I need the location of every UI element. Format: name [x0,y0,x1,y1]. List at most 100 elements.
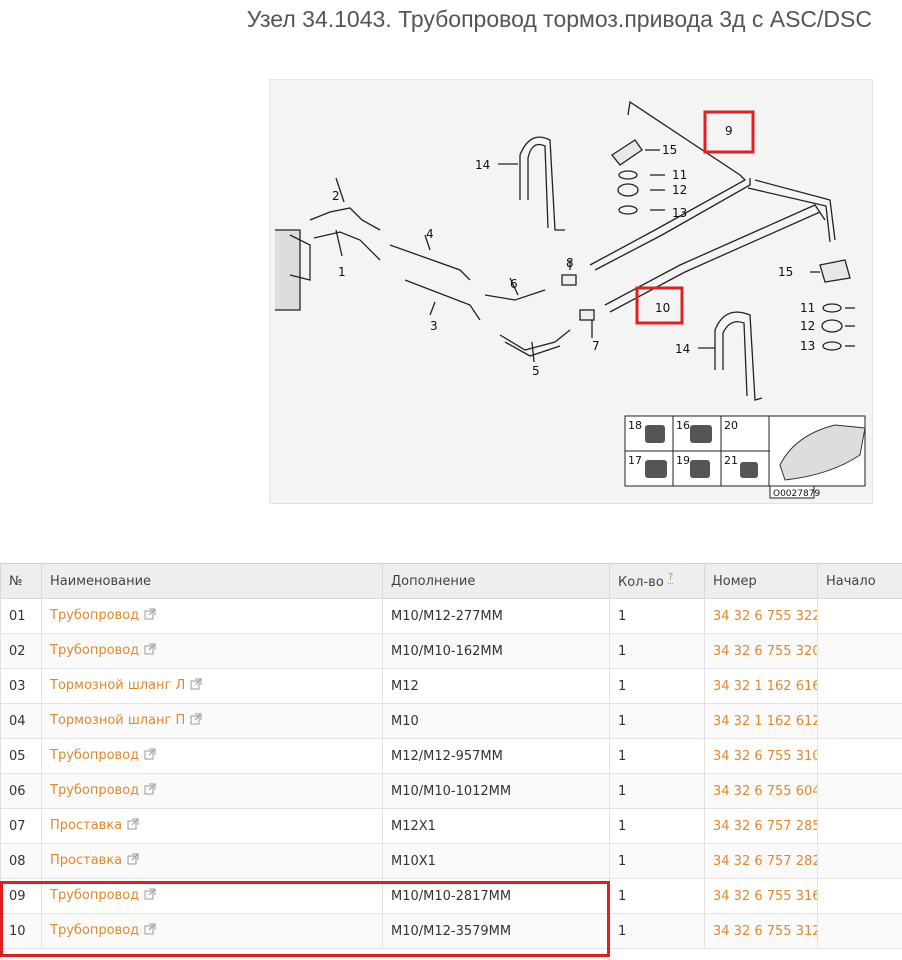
col-num-header: № [0,563,42,599]
row-num: 04 [0,703,42,739]
svg-text:18: 18 [628,419,642,432]
part-number-link[interactable]: 34 32 1 162 616 [713,679,817,694]
row-partno-cell: 34 32 6 755 312 [704,913,818,949]
qty-help-link[interactable]: ? [667,572,674,584]
table-row: 03 Тормозной шланг Л M12 1 34 32 1 162 616 [0,668,902,704]
table-header-row: № Наименование Дополнение Кол-во ? Номер… [0,563,902,599]
svg-text:10: 10 [655,301,670,315]
part-name-link[interactable]: Трубопровод [50,608,139,623]
external-link-icon[interactable] [190,678,202,694]
col-partno-header: Номер [704,563,818,599]
parts-diagram-drawing: 2 1 4 3 5 6 7 8 9 10 11 12 13 11 12 13 1… [275,100,866,499]
table-row: 07 Проставка M12X1 1 34 32 6 757 285 [0,808,902,844]
table-row: 08 Проставка M10X1 1 34 32 6 757 282 [0,843,902,879]
table-row: 09 Трубопровод M10/M10-2817MM 1 34 32 6 755 … [0,878,902,914]
part-number-link[interactable]: 34 32 6 755 316 [713,889,817,904]
row-num: 05 [0,738,42,774]
row-start [817,808,902,844]
table-row: 04 Тормозной шланг П M10 1 34 32 1 162 612 [0,703,902,739]
row-name-cell: Трубопровод [41,598,383,634]
col-qty-label: Кол-во [618,575,664,590]
row-qty: 1 [609,738,705,774]
external-link-icon[interactable] [127,818,139,834]
table-row: 10 Трубопровод M10/M12-3579MM 1 34 32 6 755 … [0,913,902,949]
row-name-cell: Проставка [41,843,383,879]
row-extra: M10 [382,703,610,739]
row-qty: 1 [609,633,705,669]
part-name-link[interactable]: Проставка [50,853,122,868]
svg-text:7: 7 [592,339,600,353]
row-partno-cell: 34 32 1 162 612 [704,703,818,739]
svg-text:11: 11 [800,301,815,315]
row-qty: 1 [609,878,705,914]
part-number-link[interactable]: 34 32 6 755 312 [713,924,817,939]
part-number-link[interactable]: 34 32 6 755 604 [713,784,817,799]
part-number-link[interactable]: 34 32 6 755 310 [713,749,817,764]
row-extra: M10/M12-3579MM [382,913,610,949]
row-start [817,843,902,879]
external-link-icon[interactable] [144,608,156,624]
col-name-header: Наименование [41,563,383,599]
svg-text:15: 15 [662,143,677,157]
part-name-link[interactable]: Тормозной шланг П [50,713,185,728]
row-name-cell: Трубопровод [41,878,383,914]
row-extra: M12/M12-957MM [382,738,610,774]
svg-text:2: 2 [332,189,340,203]
row-partno-cell: 34 32 6 755 322 [704,598,818,634]
part-name-link[interactable]: Проставка [50,818,122,833]
part-number-link[interactable]: 34 32 6 755 320 [713,644,817,659]
row-partno-cell: 34 32 6 757 282 [704,843,818,879]
col-start-header: Начало [817,563,902,599]
part-name-link[interactable]: Тормозной шланг Л [50,678,185,693]
row-qty: 1 [609,843,705,879]
row-partno-cell: 34 32 6 755 604 [704,773,818,809]
external-link-icon[interactable] [144,783,156,799]
table-row: 06 Трубопровод M10/M10-1012MM 1 34 32 6 755 … [0,773,902,809]
row-start [817,703,902,739]
part-name-link[interactable]: Трубопровод [50,643,139,658]
row-extra: M12 [382,668,610,704]
row-name-cell: Трубопровод [41,633,383,669]
svg-text:14: 14 [475,158,490,172]
row-num: 08 [0,843,42,879]
svg-text:5: 5 [532,364,540,378]
part-name-link[interactable]: Трубопровод [50,923,139,938]
row-extra: M12X1 [382,808,610,844]
row-num: 06 [0,773,42,809]
row-name-cell: Трубопровод [41,773,383,809]
external-link-icon[interactable] [144,923,156,939]
svg-text:9: 9 [725,124,733,138]
external-link-icon[interactable] [144,748,156,764]
svg-text:17: 17 [628,454,642,467]
table-row: 05 Трубопровод M12/M12-957MM 1 34 32 6 755 3… [0,738,902,774]
row-start [817,668,902,704]
row-num: 07 [0,808,42,844]
row-start [817,913,902,949]
page-title: Узел 34.1043. Трубопровод тормоз.привода… [246,6,872,32]
svg-text:4: 4 [426,227,434,241]
row-name-cell: Тормозной шланг П [41,703,383,739]
row-start [817,738,902,774]
svg-text:3: 3 [430,319,438,333]
row-num: 03 [0,668,42,704]
part-name-link[interactable]: Трубопровод [50,748,139,763]
row-name-cell: Трубопровод [41,913,383,949]
svg-text:12: 12 [800,319,815,333]
svg-text:8: 8 [566,256,574,270]
svg-text:14: 14 [675,342,690,356]
row-extra: M10/M10-162MM [382,633,610,669]
part-number-link[interactable]: 34 32 6 757 285 [713,819,817,834]
external-link-icon[interactable] [144,888,156,904]
external-link-icon[interactable] [190,713,202,729]
part-name-link[interactable]: Трубопровод [50,783,139,798]
part-number-link[interactable]: 34 32 6 755 322 [713,609,817,624]
part-name-link[interactable]: Трубопровод [50,888,139,903]
external-link-icon[interactable] [144,643,156,659]
parts-diagram[interactable]: 2 1 4 3 5 6 7 8 9 10 11 12 13 11 12 13 1… [269,79,873,504]
table-row: 01 Трубопровод M10/M12-277MM 1 34 32 6 755 3… [0,598,902,634]
part-number-link[interactable]: 34 32 6 757 282 [713,854,817,869]
part-number-link[interactable]: 34 32 1 162 612 [713,714,817,729]
svg-text:21: 21 [724,454,738,467]
external-link-icon[interactable] [127,853,139,869]
row-name-cell: Трубопровод [41,738,383,774]
